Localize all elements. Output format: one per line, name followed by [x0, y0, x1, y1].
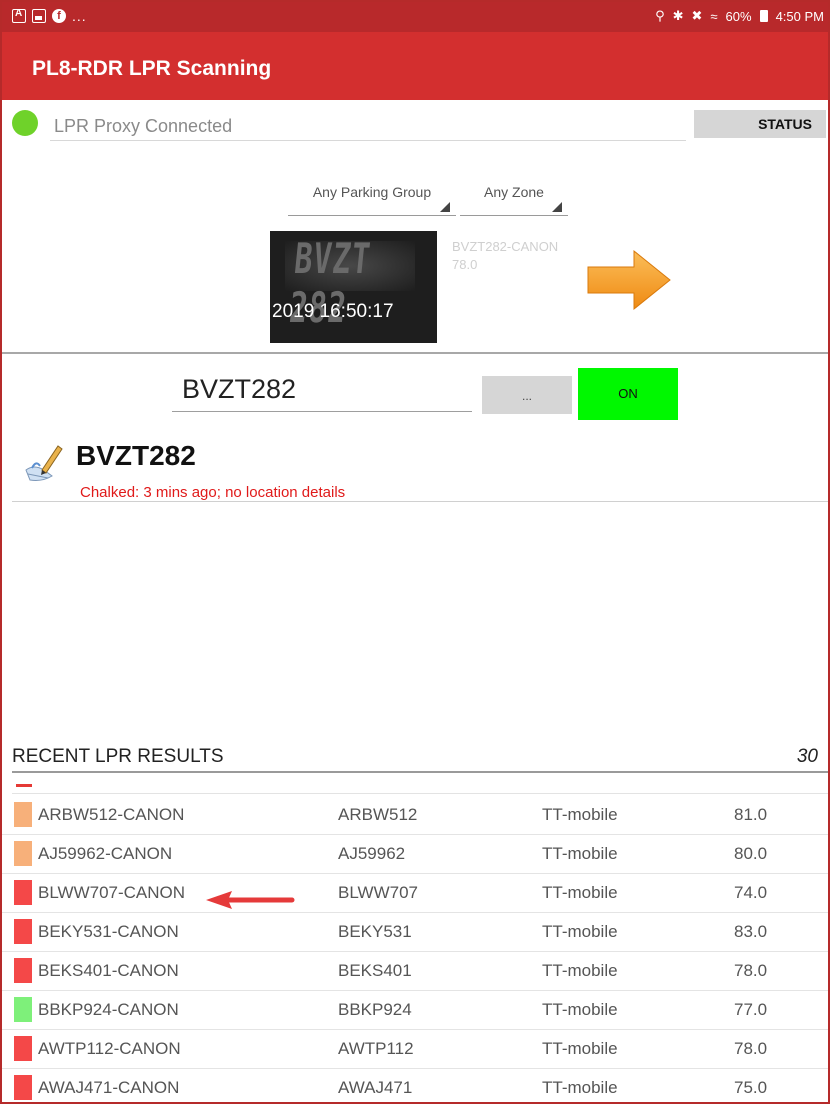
- annotation-arrow-icon: [206, 891, 295, 909]
- status-swatch: [14, 802, 32, 827]
- row-camera: AWAJ471-CANON: [38, 1078, 180, 1097]
- table-row[interactable]: AWTP112-CANON AWTP112 TT-mobile 78.0: [2, 1030, 828, 1069]
- recent-results-list: ARBW512-CANON ARBW512 TT-mobile 81.0 AJ59962…: [2, 796, 828, 1102]
- dropdown-arrow-icon: [440, 202, 450, 212]
- row-camera: BEKY531-CANON: [38, 922, 179, 941]
- row-device: TT-mobile: [542, 844, 618, 863]
- zone-dropdown[interactable]: Any Zone: [460, 180, 568, 216]
- dropdown-arrow-icon: [552, 202, 562, 212]
- row-plate: AWTP112: [338, 1039, 414, 1058]
- list-top-divider: [12, 793, 828, 794]
- parking-group-dropdown[interactable]: Any Parking Group: [288, 180, 456, 216]
- next-arrow-icon[interactable]: [586, 247, 672, 313]
- status-swatch: [14, 1036, 32, 1061]
- row-score: 81.0: [734, 805, 768, 824]
- app-window: f ... ⚲ ✱ ✖ ≈ 60% 4:50 PM PL8-RDR LPR Sc…: [0, 0, 830, 1104]
- row-plate: BEKS401: [338, 961, 412, 980]
- row-plate: BLWW707: [338, 883, 418, 902]
- status-swatch: [14, 997, 32, 1022]
- image-icon: [32, 9, 46, 23]
- proxy-status-field: LPR Proxy Connected: [50, 112, 686, 141]
- status-swatch: [14, 1075, 32, 1100]
- app-bar: PL8-RDR LPR Scanning: [2, 32, 828, 100]
- status-bar: f ... ⚲ ✱ ✖ ≈ 60% 4:50 PM: [2, 2, 828, 32]
- battery-percent: 60%: [725, 8, 752, 24]
- plate-input[interactable]: BVZT282: [172, 366, 472, 412]
- row-device: TT-mobile: [542, 1078, 618, 1097]
- row-score: 77.0: [734, 1000, 768, 1019]
- row-device: TT-mobile: [542, 961, 618, 980]
- status-swatch: [14, 880, 32, 905]
- row-device: TT-mobile: [542, 805, 618, 824]
- status-bar-system: ⚲ ✱ ✖ ≈ 60% 4:50 PM: [655, 8, 824, 24]
- proxy-status-text: LPR Proxy Connected: [54, 116, 233, 136]
- row-score: 83.0: [734, 922, 768, 941]
- more-options-button[interactable]: ...: [482, 376, 572, 414]
- row-plate: BEKY531: [338, 922, 412, 941]
- table-row[interactable]: BLWW707-CANON BLWW707 TT-mobile 74.0: [2, 874, 828, 913]
- row-score: 78.0: [734, 961, 768, 980]
- zone-value: Any Zone: [484, 184, 544, 200]
- section-divider: [2, 352, 828, 354]
- plate-input-value: BVZT282: [182, 374, 297, 404]
- table-row[interactable]: AJ59962-CANON AJ59962 TT-mobile 80.0: [2, 835, 828, 874]
- battery-icon: [759, 10, 768, 22]
- proxy-status-indicator: [12, 110, 38, 136]
- mute-icon: ✖: [691, 8, 703, 23]
- table-row[interactable]: AWAJ471-CANON AWAJ471 TT-mobile 75.0: [2, 1069, 828, 1102]
- table-row[interactable]: BEKS401-CANON BEKS401 TT-mobile 78.0: [2, 952, 828, 991]
- row-device: TT-mobile: [542, 1000, 618, 1019]
- result-divider: [12, 501, 828, 502]
- detection-camera: BVZT282-CANON: [452, 239, 559, 254]
- result-plate: BVZT282: [76, 440, 196, 471]
- plate-capture-image[interactable]: BVZT 282 2019 16:50:17: [270, 231, 437, 343]
- row-camera: BBKP924-CANON: [38, 1000, 179, 1019]
- status-overflow: ...: [72, 8, 87, 24]
- row-camera: BEKS401-CANON: [38, 961, 179, 980]
- row-score: 74.0: [734, 883, 768, 902]
- capture-timestamp: 2019 16:50:17: [272, 301, 394, 322]
- detection-score: 78.0: [452, 257, 478, 272]
- row-camera: BLWW707-CANON: [38, 883, 186, 902]
- row-camera: ARBW512-CANON: [38, 805, 185, 824]
- row-score: 80.0: [734, 844, 768, 863]
- table-row[interactable]: BBKP924-CANON BBKP924 TT-mobile 77.0: [2, 991, 828, 1030]
- row-score: 75.0: [734, 1078, 768, 1097]
- app-title: PL8-RDR LPR Scanning: [32, 57, 272, 80]
- row-score: 78.0: [734, 1039, 768, 1058]
- recent-header-divider: [12, 771, 828, 773]
- detection-label: BVZT282-CANON 78.0: [452, 238, 558, 274]
- status-bar-notifications: f ...: [12, 8, 87, 24]
- recent-results-count: 30: [796, 746, 818, 767]
- parking-group-value: Any Parking Group: [312, 184, 432, 200]
- chalk-info: Chalked: 3 mins ago; no location details: [80, 484, 346, 501]
- row-camera: AJ59962-CANON: [38, 844, 173, 863]
- list-scroll-marker: [16, 784, 32, 787]
- row-device: TT-mobile: [542, 883, 618, 902]
- row-camera: AWTP112-CANON: [38, 1039, 181, 1058]
- info-icon: f: [52, 9, 66, 23]
- row-plate: AJ59962: [338, 844, 406, 863]
- status-swatch: [14, 958, 32, 983]
- status-swatch: [14, 919, 32, 944]
- row-plate: AWAJ471: [338, 1078, 413, 1097]
- table-row[interactable]: BEKY531-CANON BEKY531 TT-mobile 83.0: [2, 913, 828, 952]
- notification-a-icon: [12, 8, 26, 23]
- recent-results-title: RECENT LPR RESULTS: [12, 746, 224, 767]
- row-plate: ARBW512: [338, 805, 418, 824]
- scan-toggle-button[interactable]: ON: [578, 368, 678, 420]
- status-button[interactable]: STATUS: [694, 110, 826, 138]
- row-device: TT-mobile: [542, 1039, 618, 1058]
- row-device: TT-mobile: [542, 922, 618, 941]
- chalk-edit-icon[interactable]: [22, 440, 66, 484]
- status-swatch: [14, 841, 32, 866]
- location-icon: ⚲: [655, 8, 665, 23]
- bluetooth-icon: ✱: [672, 8, 684, 23]
- wifi-icon: ≈: [710, 8, 718, 24]
- table-row[interactable]: ARBW512-CANON ARBW512 TT-mobile 81.0: [2, 796, 828, 835]
- clock: 4:50 PM: [775, 8, 824, 24]
- row-plate: BBKP924: [338, 1000, 412, 1019]
